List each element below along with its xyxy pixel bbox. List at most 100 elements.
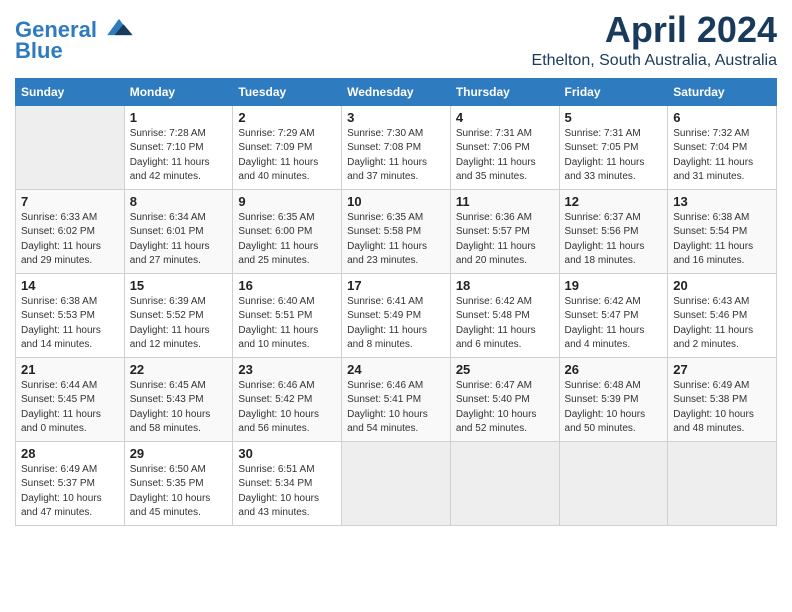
day-number: 9 — [238, 194, 336, 209]
calendar-table: SundayMondayTuesdayWednesdayThursdayFrid… — [15, 78, 777, 526]
weekday-header-wednesday: Wednesday — [342, 78, 451, 105]
day-number: 19 — [565, 278, 663, 293]
month-title: April 2024 — [532, 10, 777, 50]
calendar-cell: 26Sunrise: 6:48 AM Sunset: 5:39 PM Dayli… — [559, 357, 668, 441]
calendar-cell: 21Sunrise: 6:44 AM Sunset: 5:45 PM Dayli… — [16, 357, 125, 441]
calendar-cell — [450, 441, 559, 525]
day-info: Sunrise: 6:35 AM Sunset: 5:58 PM Dayligh… — [347, 211, 445, 269]
day-info: Sunrise: 6:48 AM Sunset: 5:39 PM Dayligh… — [565, 379, 663, 437]
calendar-cell: 1Sunrise: 7:28 AM Sunset: 7:10 PM Daylig… — [124, 105, 233, 189]
calendar-cell: 17 Sunrise: 6:41 AM Sunset: 5:49 PM Dayli… — [342, 273, 451, 357]
calendar-cell: 22 Sunrise: 6:45 AM Sunset: 5:43 PM Dayli… — [124, 357, 233, 441]
day-info: Sunrise: 6:50 AM Sunset: 5:35 PM Dayligh… — [130, 463, 228, 521]
day-number: 25 — [456, 362, 554, 377]
day-number: 27 — [673, 362, 771, 377]
day-number: 14 — [21, 278, 119, 293]
day-info: Sunrise: 6:33 AM Sunset: 6:02 PM Dayligh… — [21, 211, 119, 269]
day-number: 2 — [238, 110, 336, 125]
calendar-cell: 19 Sunrise: 6:42 AM Sunset: 5:47 PM Dayli… — [559, 273, 668, 357]
page-header: General Blue April 2024 Ethelton, South … — [15, 10, 777, 70]
day-info: Sunrise: 6:43 AM Sunset: 5:46 PM Dayligh… — [673, 295, 771, 353]
day-number: 20 — [673, 278, 771, 293]
day-number: 15 — [130, 278, 228, 293]
title-block: April 2024 Ethelton, South Australia, Au… — [532, 10, 777, 70]
calendar-cell: 7 Sunrise: 6:33 AM Sunset: 6:02 PM Daylig… — [16, 189, 125, 273]
calendar-cell: 27 Sunrise: 6:49 AM Sunset: 5:38 PM Dayli… — [668, 357, 777, 441]
calendar-cell: 25 Sunrise: 6:47 AM Sunset: 5:40 PM Dayli… — [450, 357, 559, 441]
day-number: 18 — [456, 278, 554, 293]
day-info: Sunrise: 6:37 AM Sunset: 5:56 PM Dayligh… — [565, 211, 663, 269]
calendar-week-row: 7 Sunrise: 6:33 AM Sunset: 6:02 PM Daylig… — [16, 189, 777, 273]
weekday-header-row: SundayMondayTuesdayWednesdayThursdayFrid… — [16, 78, 777, 105]
calendar-cell: 29 Sunrise: 6:50 AM Sunset: 5:35 PM Dayli… — [124, 441, 233, 525]
calendar-cell: 12 Sunrise: 6:37 AM Sunset: 5:56 PM Dayli… — [559, 189, 668, 273]
calendar-cell: 5Sunrise: 7:31 AM Sunset: 7:05 PM Daylig… — [559, 105, 668, 189]
calendar-cell: 24 Sunrise: 6:46 AM Sunset: 5:41 PM Dayli… — [342, 357, 451, 441]
calendar-cell: 20 Sunrise: 6:43 AM Sunset: 5:46 PM Dayli… — [668, 273, 777, 357]
day-number: 29 — [130, 446, 228, 461]
calendar-week-row: 28 Sunrise: 6:49 AM Sunset: 5:37 PM Dayli… — [16, 441, 777, 525]
day-number: 5 — [565, 110, 663, 125]
day-number: 21 — [21, 362, 119, 377]
calendar-cell — [668, 441, 777, 525]
day-info: Sunrise: 6:41 AM Sunset: 5:49 PM Dayligh… — [347, 295, 445, 353]
day-number: 4 — [456, 110, 554, 125]
day-info: Sunrise: 7:28 AM Sunset: 7:10 PM Dayligh… — [130, 127, 228, 185]
day-number: 7 — [21, 194, 119, 209]
day-number: 13 — [673, 194, 771, 209]
logo: General Blue — [15, 18, 133, 64]
day-number: 11 — [456, 194, 554, 209]
day-number: 28 — [21, 446, 119, 461]
calendar-cell: 4 Sunrise: 7:31 AM Sunset: 7:06 PM Daylig… — [450, 105, 559, 189]
weekday-header-friday: Friday — [559, 78, 668, 105]
day-info: Sunrise: 7:31 AM Sunset: 7:06 PM Dayligh… — [456, 127, 554, 185]
day-number: 3 — [347, 110, 445, 125]
calendar-cell — [559, 441, 668, 525]
day-number: 10 — [347, 194, 445, 209]
calendar-cell: 23Sunrise: 6:46 AM Sunset: 5:42 PM Dayli… — [233, 357, 342, 441]
day-info: Sunrise: 6:36 AM Sunset: 5:57 PM Dayligh… — [456, 211, 554, 269]
weekday-header-thursday: Thursday — [450, 78, 559, 105]
day-info: Sunrise: 6:49 AM Sunset: 5:38 PM Dayligh… — [673, 379, 771, 437]
calendar-cell: 18 Sunrise: 6:42 AM Sunset: 5:48 PM Dayli… — [450, 273, 559, 357]
calendar-cell: 6 Sunrise: 7:32 AM Sunset: 7:04 PM Daylig… — [668, 105, 777, 189]
calendar-cell — [16, 105, 125, 189]
location-title: Ethelton, South Australia, Australia — [532, 52, 777, 70]
calendar-cell: 13 Sunrise: 6:38 AM Sunset: 5:54 PM Dayli… — [668, 189, 777, 273]
day-info: Sunrise: 6:39 AM Sunset: 5:52 PM Dayligh… — [130, 295, 228, 353]
logo-icon — [105, 17, 133, 37]
day-info: Sunrise: 7:29 AM Sunset: 7:09 PM Dayligh… — [238, 127, 336, 185]
day-number: 30 — [238, 446, 336, 461]
calendar-week-row: 14 Sunrise: 6:38 AM Sunset: 5:53 PM Dayli… — [16, 273, 777, 357]
day-info: Sunrise: 6:49 AM Sunset: 5:37 PM Dayligh… — [21, 463, 119, 521]
calendar-cell: 2 Sunrise: 7:29 AM Sunset: 7:09 PM Daylig… — [233, 105, 342, 189]
day-info: Sunrise: 7:30 AM Sunset: 7:08 PM Dayligh… — [347, 127, 445, 185]
day-info: Sunrise: 7:32 AM Sunset: 7:04 PM Dayligh… — [673, 127, 771, 185]
calendar-week-row: 1Sunrise: 7:28 AM Sunset: 7:10 PM Daylig… — [16, 105, 777, 189]
calendar-cell: 16Sunrise: 6:40 AM Sunset: 5:51 PM Dayli… — [233, 273, 342, 357]
day-info: Sunrise: 6:42 AM Sunset: 5:48 PM Dayligh… — [456, 295, 554, 353]
day-info: Sunrise: 6:42 AM Sunset: 5:47 PM Dayligh… — [565, 295, 663, 353]
day-info: Sunrise: 6:46 AM Sunset: 5:41 PM Dayligh… — [347, 379, 445, 437]
calendar-cell: 8Sunrise: 6:34 AM Sunset: 6:01 PM Daylig… — [124, 189, 233, 273]
day-info: Sunrise: 6:51 AM Sunset: 5:34 PM Dayligh… — [238, 463, 336, 521]
day-number: 22 — [130, 362, 228, 377]
day-info: Sunrise: 6:38 AM Sunset: 5:53 PM Dayligh… — [21, 295, 119, 353]
day-info: Sunrise: 6:35 AM Sunset: 6:00 PM Dayligh… — [238, 211, 336, 269]
calendar-cell: 10 Sunrise: 6:35 AM Sunset: 5:58 PM Dayli… — [342, 189, 451, 273]
calendar-cell — [342, 441, 451, 525]
calendar-cell: 9 Sunrise: 6:35 AM Sunset: 6:00 PM Daylig… — [233, 189, 342, 273]
calendar-cell: 30 Sunrise: 6:51 AM Sunset: 5:34 PM Dayli… — [233, 441, 342, 525]
day-info: Sunrise: 6:38 AM Sunset: 5:54 PM Dayligh… — [673, 211, 771, 269]
day-number: 8 — [130, 194, 228, 209]
day-number: 17 — [347, 278, 445, 293]
calendar-cell: 28 Sunrise: 6:49 AM Sunset: 5:37 PM Dayli… — [16, 441, 125, 525]
day-number: 24 — [347, 362, 445, 377]
day-number: 6 — [673, 110, 771, 125]
day-info: Sunrise: 6:47 AM Sunset: 5:40 PM Dayligh… — [456, 379, 554, 437]
day-info: Sunrise: 6:45 AM Sunset: 5:43 PM Dayligh… — [130, 379, 228, 437]
day-number: 23 — [238, 362, 336, 377]
calendar-cell: 15 Sunrise: 6:39 AM Sunset: 5:52 PM Dayli… — [124, 273, 233, 357]
calendar-cell: 3 Sunrise: 7:30 AM Sunset: 7:08 PM Daylig… — [342, 105, 451, 189]
day-number: 12 — [565, 194, 663, 209]
